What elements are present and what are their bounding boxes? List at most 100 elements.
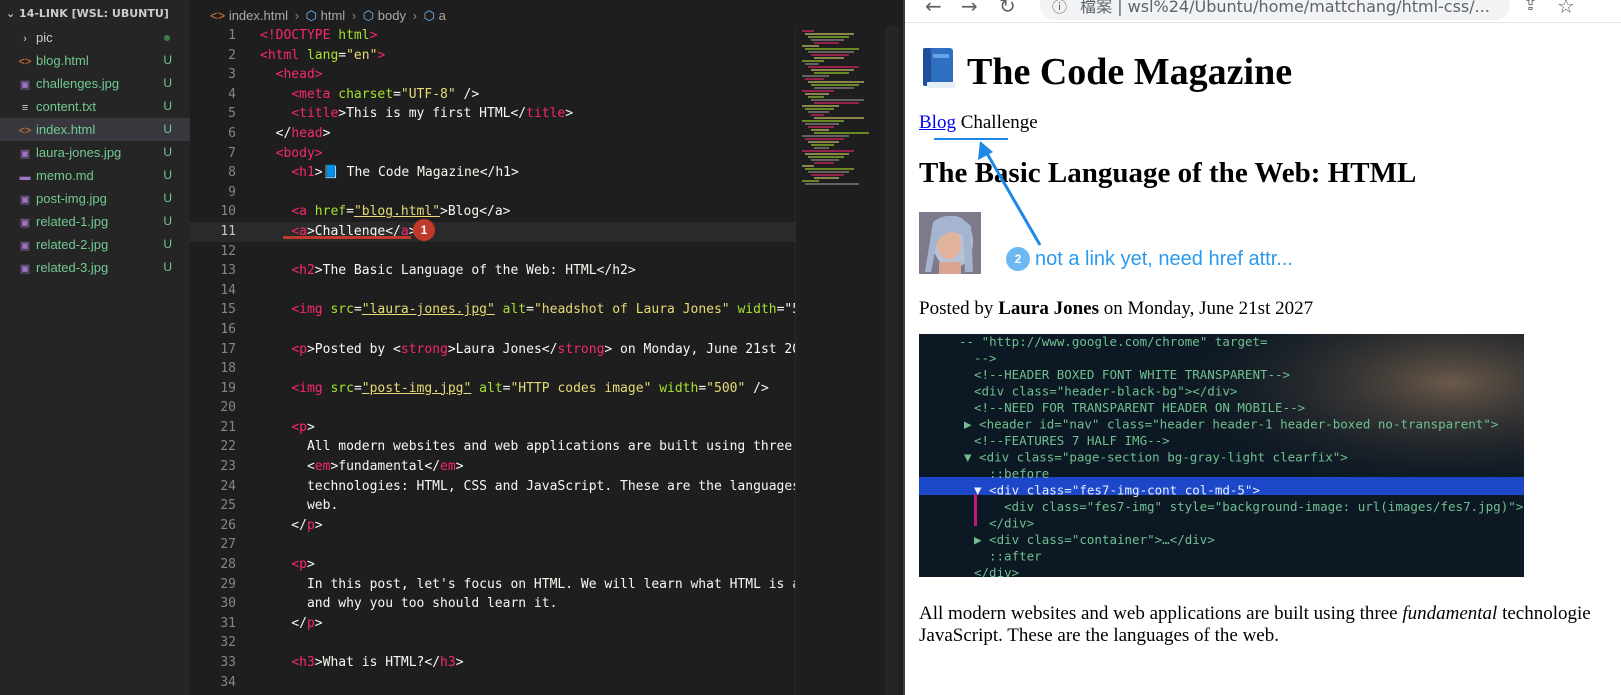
code-line[interactable]: 27 xyxy=(190,535,815,555)
code-line[interactable]: 24 technologies: HTML, CSS and JavaScrip… xyxy=(190,477,815,497)
file-label: related-3.jpg xyxy=(36,260,109,275)
code-line[interactable]: 5 <title>This is my first HTML</title> xyxy=(190,104,815,124)
explorer-title[interactable]: ⌄ 14-LINK [WSL: UBUNTU] xyxy=(0,0,190,26)
breadcrumb-a[interactable]: a xyxy=(439,8,446,23)
code-line[interactable]: 30 and why you too should learn it. xyxy=(190,594,815,614)
code-token: = xyxy=(346,204,354,220)
code-line[interactable]: 18 xyxy=(190,359,815,379)
code-line[interactable]: 31 </p> xyxy=(190,614,815,634)
back-arrow-icon[interactable]: ← xyxy=(925,0,942,18)
breadcrumb-body[interactable]: body xyxy=(378,8,406,23)
code-line[interactable]: 2 <html lang="en"> xyxy=(190,46,815,66)
code-token: > xyxy=(455,655,464,670)
annotation-underline xyxy=(283,236,411,239)
code-token: <h1 xyxy=(291,165,315,181)
code-area[interactable]: 1 <!DOCTYPE html> 2 <html lang="en"> 3 <head… xyxy=(190,26,815,695)
code-line[interactable]: 7 <body> xyxy=(190,144,815,164)
code-token: All modern websites and web applications… xyxy=(260,439,793,455)
line-number: 19 xyxy=(220,380,236,396)
breadcrumb-file[interactable]: index.html xyxy=(229,8,288,23)
file-item[interactable]: ▣ challenges.jpg U xyxy=(0,72,190,95)
line-number: 29 xyxy=(220,576,236,592)
code-token: > xyxy=(565,106,574,122)
line-number: 32 xyxy=(220,635,236,651)
file-label: challenges.jpg xyxy=(36,76,120,91)
chevron-right-icon: › xyxy=(351,8,357,23)
code-line[interactable]: 20 xyxy=(190,398,815,418)
code-line[interactable]: 16 xyxy=(190,320,815,340)
code-line[interactable]: 14 xyxy=(190,281,815,301)
code-token: <a xyxy=(291,204,307,220)
code-line[interactable]: 34 xyxy=(190,673,815,693)
code-line[interactable]: 26 </p> xyxy=(190,516,815,536)
reload-icon[interactable]: ↻ xyxy=(999,0,1016,18)
code-token: = xyxy=(353,302,362,318)
code-line[interactable]: 25 web. xyxy=(190,496,815,516)
minimap-line xyxy=(808,171,849,173)
code-line[interactable]: 6 </head> xyxy=(190,124,815,144)
address-bar[interactable]: ⓘ 檔案 | wsl%24/Ubuntu/home/mattchang/html… xyxy=(1040,0,1510,20)
file-label: pic xyxy=(36,30,53,45)
file-item[interactable]: <> blog.html U xyxy=(0,49,190,72)
code-line[interactable]: 9 xyxy=(190,183,815,203)
line-number: 9 xyxy=(228,184,236,200)
file-item[interactable]: ▣ related-2.jpg U xyxy=(0,233,190,256)
code-line[interactable]: 29 In this post, let's focus on HTML. We… xyxy=(190,575,815,595)
code-token: > xyxy=(306,557,315,573)
code-line[interactable]: 15 <img src="laura-jones.jpg" alt="heads… xyxy=(190,300,815,320)
code-line[interactable]: 33 <h3>What is HTML?</h3> xyxy=(190,653,815,673)
file-item[interactable]: ▬ memo.md U xyxy=(0,164,190,187)
file-item[interactable]: ▣ laura-jones.jpg U xyxy=(0,141,190,164)
file-item[interactable]: ▣ related-1.jpg U xyxy=(0,210,190,233)
post-image-code-line: --> xyxy=(974,351,997,366)
minimap-line xyxy=(805,33,854,35)
code-line[interactable]: 32 xyxy=(190,633,815,653)
annotation-marker-1: 1 xyxy=(413,219,435,241)
share-icon[interactable]: ⇪ xyxy=(1523,0,1538,15)
minimap-line xyxy=(808,126,834,128)
file-item[interactable]: <> index.html U xyxy=(0,118,190,141)
blog-link[interactable]: Blog xyxy=(919,112,956,133)
line-number: 21 xyxy=(220,419,236,435)
code-line[interactable]: 8 <h1>📘 The Code Magazine</h1> xyxy=(190,163,815,183)
file-item[interactable]: › pic xyxy=(0,26,190,49)
minimap[interactable] xyxy=(795,26,886,695)
forward-arrow-icon[interactable]: → xyxy=(961,0,978,18)
line-number: 30 xyxy=(220,596,236,612)
file-item[interactable]: ≡ content.txt U xyxy=(0,95,190,118)
code-token: >Laura Jones</ xyxy=(447,341,558,357)
code-line[interactable]: 19 <img src="post-img.jpg" alt="HTTP cod… xyxy=(190,379,815,399)
info-icon[interactable]: ⓘ xyxy=(1052,0,1067,16)
code-line[interactable]: 13 <h2>The Basic Language of the Web: HT… xyxy=(190,261,815,281)
code-token: em xyxy=(314,459,331,475)
code-line[interactable]: 3 <head> xyxy=(190,65,815,85)
file-label: related-2.jpg xyxy=(36,237,109,252)
minimap-line xyxy=(814,147,829,149)
file-item[interactable]: ▣ post-img.jpg U xyxy=(0,187,190,210)
code-token: <img xyxy=(291,302,323,318)
code-line[interactable]: 28 <p> xyxy=(190,555,815,575)
minimap-line xyxy=(802,60,824,62)
image-file-icon: ▣ xyxy=(19,263,31,275)
code-token: > xyxy=(306,419,315,435)
code-line[interactable]: 4 <meta charset="UTF-8" /> xyxy=(190,85,815,105)
code-line[interactable]: 12 xyxy=(190,242,815,262)
code-line[interactable]: 21 <p> xyxy=(190,418,815,438)
code-line[interactable]: 1 <!DOCTYPE html> xyxy=(190,26,815,46)
file-item[interactable]: ▣ related-3.jpg U xyxy=(0,256,190,279)
minimap-line xyxy=(802,45,819,47)
code-line[interactable]: 22 All modern websites and web applicati… xyxy=(190,437,815,457)
line-number: 31 xyxy=(220,615,236,631)
code-token: <body> xyxy=(275,145,323,161)
star-icon[interactable]: ☆ xyxy=(1557,0,1575,18)
breadcrumb-html[interactable]: html xyxy=(321,8,346,23)
post-image-code-line: ▶ <div class="container">…</div> xyxy=(974,532,1215,547)
vertical-scrollbar[interactable] xyxy=(885,26,899,695)
annotation-underline xyxy=(934,138,1008,140)
code-token: charset xyxy=(330,86,394,102)
code-line[interactable]: 23 <em>fundamental</em> xyxy=(190,457,815,477)
code-line[interactable]: 17 <p>Posted by <strong>Laura Jones</str… xyxy=(190,340,815,360)
code-line[interactable]: 10 <a href="blog.html">Blog</a> xyxy=(190,202,815,222)
minimap-line xyxy=(814,102,859,104)
